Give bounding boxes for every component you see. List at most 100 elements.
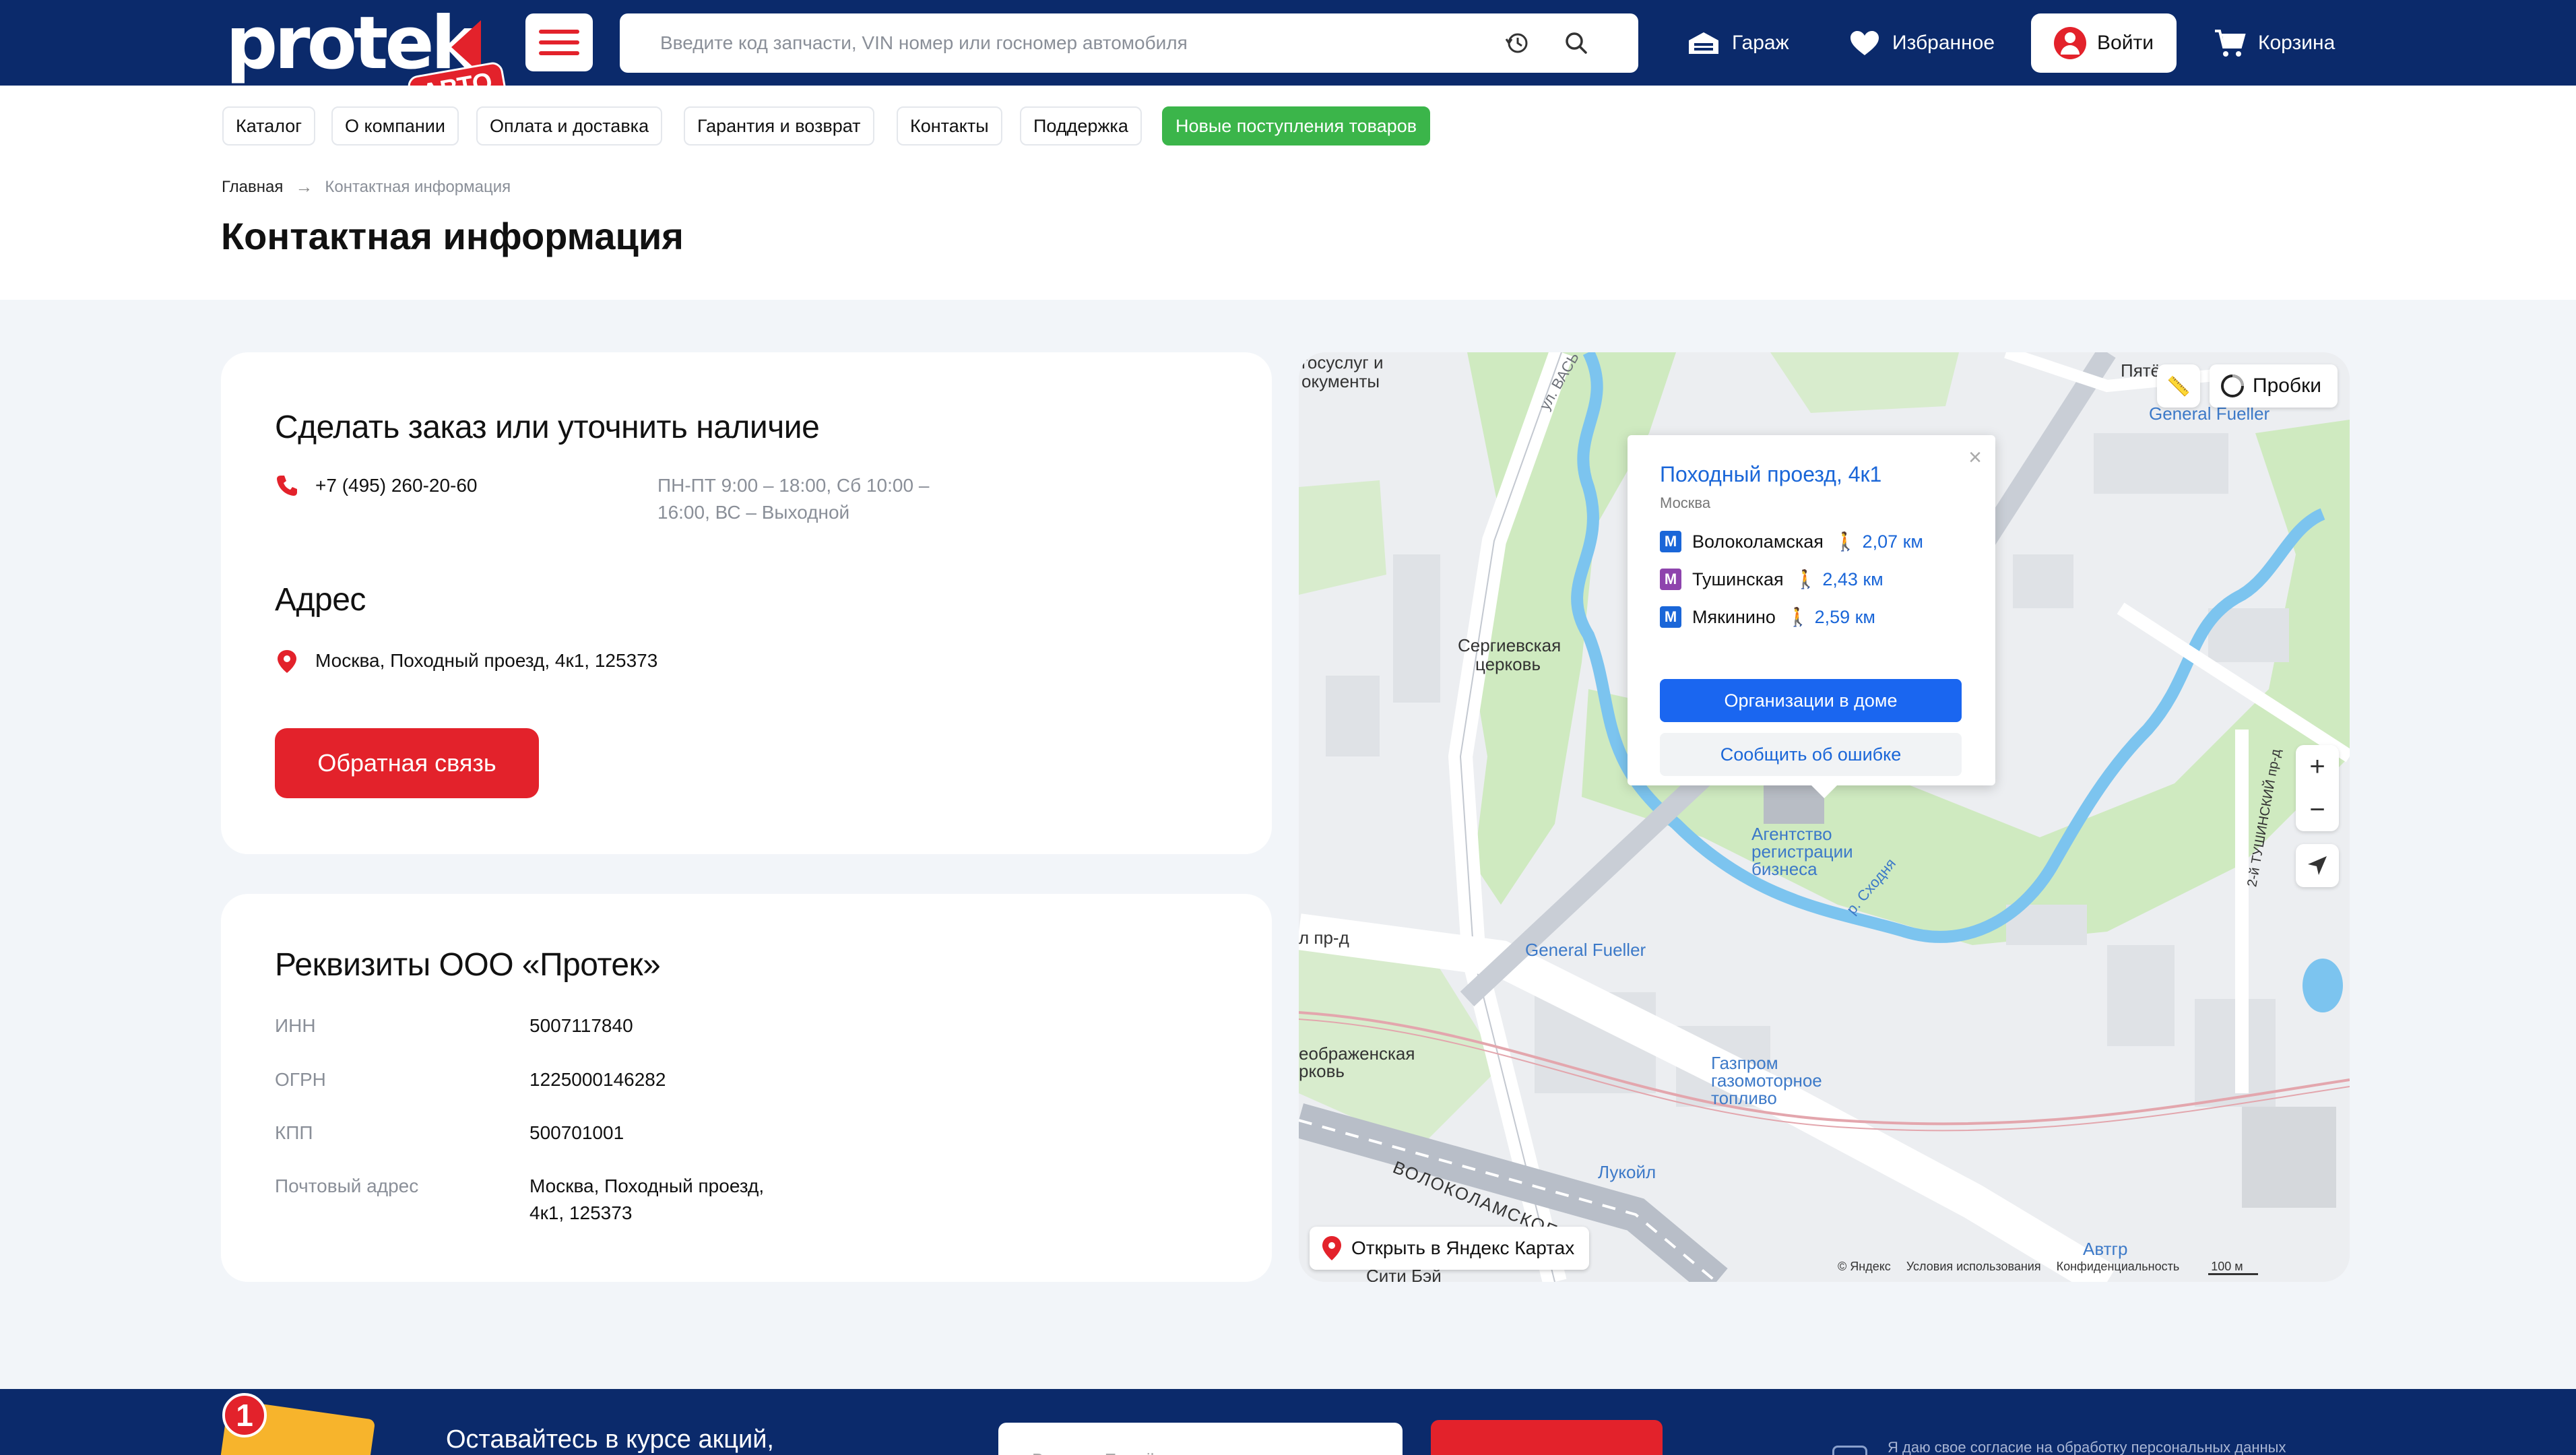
metro-name: Тушинская bbox=[1692, 569, 1784, 589]
map-copyright: © Яндекс Условия использования Конфиденц… bbox=[1838, 1260, 2270, 1275]
map-label-avtgr[interactable]: Автгр bbox=[2083, 1239, 2127, 1260]
address-title: Адрес bbox=[275, 582, 366, 618]
arrow-right-icon: → bbox=[295, 176, 313, 197]
subscribe-footer: 1 Оставайтесь в курсе акций, Подписаться… bbox=[0, 1389, 2576, 1455]
scale-bar: 100 м bbox=[2208, 1260, 2258, 1275]
consent-text: Я даю свое согласие на обработку персона… bbox=[1888, 1439, 2286, 1455]
metro-row: M Тушинская 🚶 2,43 км bbox=[1660, 569, 1883, 590]
history-icon[interactable] bbox=[1504, 30, 1531, 57]
ogrn-value: 1225000146282 bbox=[529, 1069, 666, 1090]
kpp-label: КПП bbox=[275, 1122, 313, 1143]
email-input[interactable] bbox=[998, 1423, 1403, 1455]
nav-warranty-return[interactable]: Гарантия и возврат bbox=[684, 106, 874, 146]
phone-number[interactable]: +7 (495) 260-20-60 bbox=[315, 472, 478, 499]
metro-distance-value: 2,43 км bbox=[1822, 569, 1883, 589]
map-label-preobr-2: рковь bbox=[1299, 1061, 1345, 1081]
favorites-label: Избранное bbox=[1892, 31, 1995, 54]
map-label-lukoil[interactable]: Лукойл bbox=[1598, 1162, 1656, 1183]
breadcrumb-current: Контактная информация bbox=[325, 177, 511, 196]
map-pin-icon bbox=[1322, 1236, 1341, 1260]
traffic-icon bbox=[2221, 375, 2244, 397]
popup-title[interactable]: Походный проезд, 4к1 bbox=[1660, 462, 1881, 487]
walk-icon: 🚶 bbox=[1786, 607, 1809, 627]
hamburger-menu-button[interactable] bbox=[525, 13, 593, 71]
map-label-agency-3[interactable]: бизнеса bbox=[1751, 859, 1817, 880]
feedback-button[interactable]: Обратная связь bbox=[275, 728, 539, 798]
privacy-link[interactable]: Конфиденциальность bbox=[2057, 1260, 2180, 1273]
map-label-sergiev-2: церковь bbox=[1475, 654, 1541, 674]
popup-tail bbox=[1811, 785, 1838, 798]
nav-catalog[interactable]: Каталог bbox=[222, 106, 316, 146]
metro-icon: M bbox=[1660, 531, 1681, 552]
metro-name: Волоколамская bbox=[1692, 531, 1824, 552]
map-label-gazprom-3[interactable]: топливо bbox=[1711, 1088, 1777, 1109]
inn-label: ИНН bbox=[275, 1015, 316, 1036]
metro-distance: 🚶 2,07 км bbox=[1834, 531, 1923, 552]
zoom-out-button[interactable]: − bbox=[2309, 788, 2325, 831]
notification-badge: 1 bbox=[222, 1393, 267, 1437]
yandex-map[interactable]: госуслуг и окументы Сергиевская церковь … bbox=[1299, 352, 2350, 1282]
heart-icon bbox=[1850, 30, 1879, 55]
postal-address-value-line2: 4к1, 125373 bbox=[529, 1202, 633, 1223]
working-hours-line1: ПН-ПТ 9:00 – 18:00, Сб 10:00 – bbox=[657, 475, 930, 496]
working-hours-line2: 16:00, ВС – Выходной bbox=[657, 502, 850, 523]
inn-value: 5007117840 bbox=[529, 1015, 633, 1036]
popup-city: Москва bbox=[1660, 494, 1711, 511]
garage-link[interactable]: Гараж bbox=[1687, 0, 1789, 86]
location-pin-icon bbox=[278, 650, 296, 673]
close-icon[interactable]: × bbox=[1968, 445, 1982, 471]
organizations-button[interactable]: Организации в доме bbox=[1660, 679, 1962, 722]
metro-distance-value: 2,07 км bbox=[1862, 531, 1923, 552]
breadcrumb-home[interactable]: Главная bbox=[222, 178, 283, 197]
login-label: Войти bbox=[2097, 32, 2154, 54]
cart-label: Корзина bbox=[2258, 31, 2336, 54]
metro-row: M Волоколамская 🚶 2,07 км bbox=[1660, 531, 1923, 552]
hamburger-icon-bar bbox=[539, 40, 579, 44]
map-label-general-fueller-1[interactable]: General Fueller bbox=[1525, 940, 1646, 961]
breadcrumb: Главная → Контактная информация bbox=[222, 176, 511, 197]
metro-icon: M bbox=[1660, 606, 1681, 628]
ruler-icon[interactable]: 📏 bbox=[2157, 364, 2200, 408]
nav-support[interactable]: Поддержка bbox=[1020, 106, 1142, 146]
requisites-title: Реквизиты ООО «Протек» bbox=[275, 947, 661, 983]
traffic-button[interactable]: Пробки bbox=[2210, 364, 2338, 408]
subscribe-button[interactable]: Подписаться bbox=[1431, 1420, 1663, 1455]
map-label-gosuslugi-2: окументы bbox=[1301, 371, 1380, 391]
nav-contacts[interactable]: Контакты bbox=[897, 106, 1002, 146]
favorites-link[interactable]: Избранное bbox=[1849, 0, 1995, 86]
kpp-value: 500701001 bbox=[529, 1122, 624, 1143]
scale-label: 100 м bbox=[2211, 1260, 2243, 1273]
page-title: Контактная информация bbox=[221, 215, 684, 257]
nav-payment-delivery[interactable]: Оплата и доставка bbox=[476, 106, 663, 146]
zoom-control: + − bbox=[2296, 745, 2339, 831]
metro-distance-value: 2,59 км bbox=[1814, 606, 1875, 627]
map-label-gosuslugi-1: госуслуг и bbox=[1301, 352, 1384, 373]
ogrn-label: ОГРН bbox=[275, 1069, 326, 1090]
map-label-sergiev-1: Сергиевская bbox=[1458, 635, 1561, 655]
metro-distance: 🚶 2,59 км bbox=[1786, 606, 1875, 628]
search-input[interactable] bbox=[620, 13, 1495, 73]
address-text: Москва, Походный проезд, 4к1, 125373 bbox=[315, 650, 658, 671]
hamburger-icon bbox=[539, 30, 579, 34]
phone-icon bbox=[277, 476, 297, 496]
open-yandex-maps-button[interactable]: Открыть в Яндекс Картах bbox=[1310, 1227, 1590, 1270]
metro-distance: 🚶 2,43 км bbox=[1795, 569, 1883, 590]
cart-link[interactable]: Корзина bbox=[2214, 0, 2335, 86]
report-error-button[interactable]: Сообщить об ошибке bbox=[1660, 733, 1962, 776]
zoom-in-button[interactable]: + bbox=[2309, 745, 2325, 788]
traffic-label: Пробки bbox=[2253, 375, 2321, 397]
login-button[interactable]: Войти bbox=[2031, 13, 2177, 73]
consent-checkbox[interactable] bbox=[1832, 1446, 1867, 1455]
metro-row: M Мякинино 🚶 2,59 км bbox=[1660, 606, 1875, 628]
nav-new-arrivals[interactable]: Новые поступления товаров bbox=[1162, 106, 1431, 146]
nav-about[interactable]: О компании bbox=[331, 106, 459, 146]
open-yandex-label: Открыть в Яндекс Картах bbox=[1351, 1237, 1575, 1258]
search-icon[interactable] bbox=[1563, 30, 1590, 57]
terms-link[interactable]: Условия использования bbox=[1906, 1260, 2041, 1273]
copyright-yandex[interactable]: © Яндекс bbox=[1838, 1260, 1891, 1273]
order-title: Сделать заказ или уточнить наличие bbox=[275, 410, 820, 445]
postal-address-label: Почтовый адрес bbox=[275, 1175, 419, 1196]
postal-address-value-line1: Москва, Походный проезд, bbox=[529, 1175, 765, 1196]
contact-card: Сделать заказ или уточнить наличие +7 (4… bbox=[221, 352, 1272, 854]
geolocation-button[interactable] bbox=[2296, 844, 2339, 887]
